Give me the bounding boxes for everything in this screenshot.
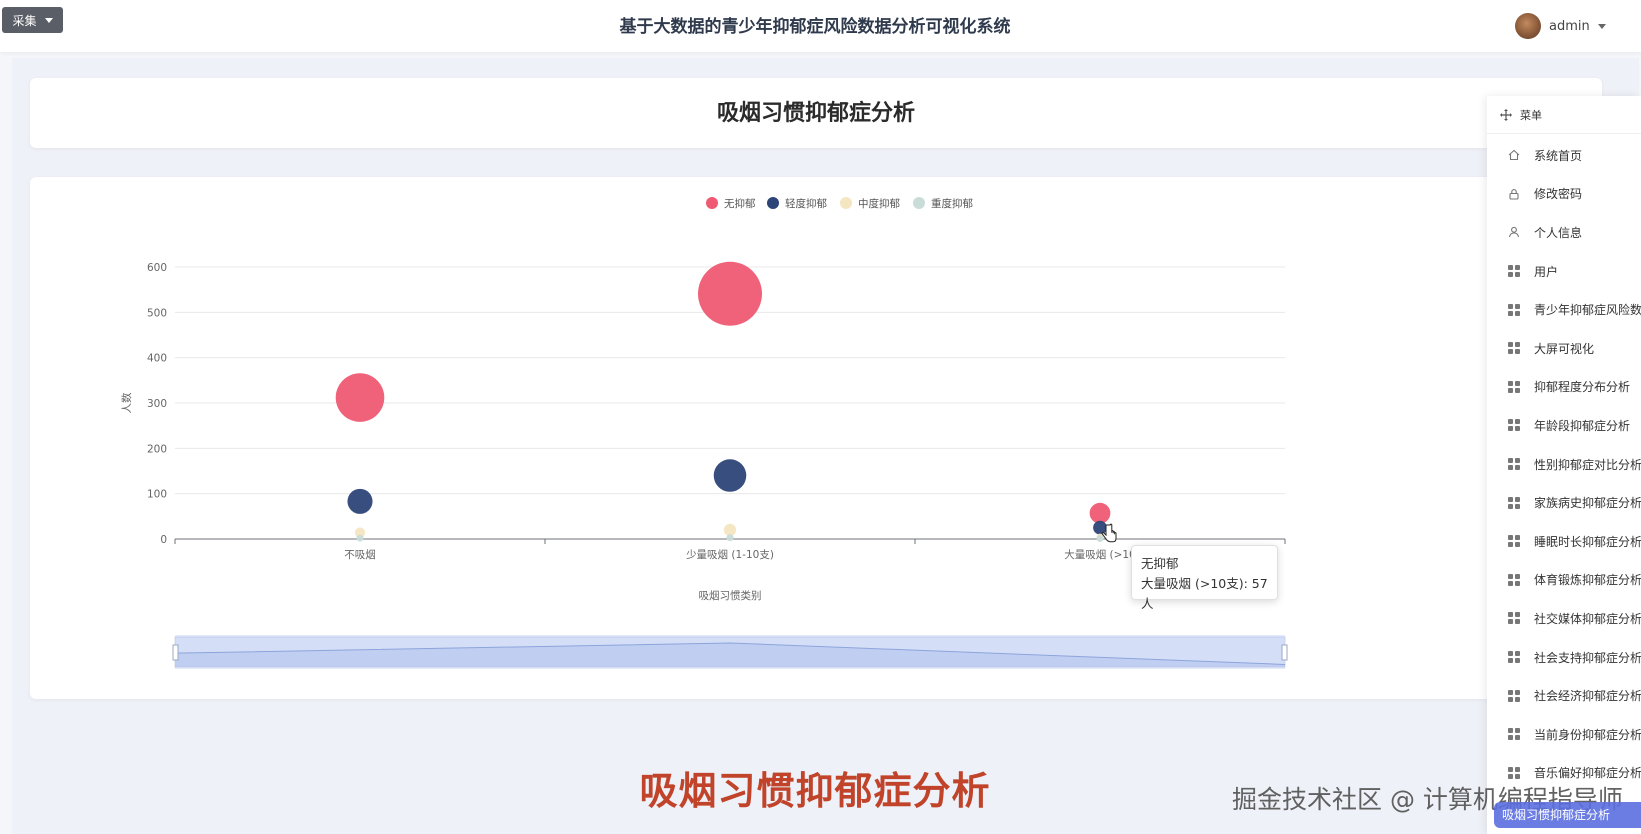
grid-icon [1508, 458, 1520, 471]
menu-item-label: 社会经济抑郁症分析 [1534, 689, 1641, 704]
menu-item[interactable]: 用户 [1487, 252, 1641, 291]
legend-marker [767, 197, 779, 209]
grid-icon [1508, 342, 1520, 355]
grid-icon [1508, 651, 1520, 664]
legend-label: 重度抑郁 [931, 197, 973, 210]
caret-down-icon [1597, 23, 1606, 29]
menu-item-label: 年龄段抑郁症分析 [1534, 418, 1631, 433]
menu-item[interactable]: 系统首页 [1487, 136, 1641, 175]
menu-item-label: 个人信息 [1534, 225, 1583, 240]
y-tick-label: 500 [147, 307, 167, 319]
menu-item-label: 社交媒体抑郁症分析 [1534, 611, 1641, 626]
x-tick-label: 不吸烟 [344, 548, 376, 561]
y-tick-label: 400 [147, 353, 167, 365]
grid-icon [1508, 419, 1520, 432]
y-axis-title: 人数 [120, 392, 133, 413]
menu-item[interactable]: 当前身份抑郁症分析 [1487, 715, 1641, 754]
bubble-chart: 无抑郁 轻度抑郁 中度抑郁 重度抑郁 0 100 200 300 400 500 600 不吸烟 少量吸… [120, 197, 1288, 669]
chart-tooltip: 无抑郁 大量吸烟 (>10支): 57人 [1131, 545, 1278, 611]
menu-item-label: 系统首页 [1534, 148, 1583, 163]
top-bar: 采集 基于大数据的青少年抑郁症风险数据分析可视化系统 admin [0, 0, 1641, 52]
menu-item-label: 用户 [1534, 264, 1559, 279]
y-tick-label: 100 [147, 489, 167, 501]
legend-label: 轻度抑郁 [785, 197, 827, 210]
datazoom-selection [175, 635, 1285, 669]
username: admin [1549, 18, 1590, 34]
menu-item-label: 体育锻炼抑郁症分析 [1534, 573, 1641, 588]
hand-cursor-icon [1101, 523, 1117, 543]
menu-item[interactable]: 睡眠时长抑郁症分析 [1487, 522, 1641, 561]
menu-item[interactable]: 青少年抑郁症风险数 [1487, 290, 1641, 329]
grid-icon [1508, 265, 1520, 278]
menu-item-label: 家族病史抑郁症分析 [1534, 496, 1641, 511]
menu-item-label: 青少年抑郁症风险数 [1534, 303, 1641, 318]
bubble-point [726, 534, 734, 542]
x-tick-label: 少量吸烟 (1-10支) [686, 548, 774, 561]
legend-marker [706, 197, 718, 209]
legend-label: 无抑郁 [724, 197, 756, 210]
menu-item[interactable]: 社会经济抑郁症分析 [1487, 676, 1641, 715]
menu-item[interactable]: 抑郁程度分布分析 [1487, 368, 1641, 407]
avatar [1515, 13, 1541, 39]
bubble-point [335, 373, 385, 422]
legend-marker [840, 197, 852, 209]
grid-icon [1508, 496, 1520, 509]
menu-item-label: 大屏可视化 [1534, 341, 1595, 356]
legend-label: 中度抑郁 [858, 197, 900, 210]
lock-icon [1508, 188, 1520, 200]
legend-marker [913, 197, 925, 209]
menu-item[interactable]: 大屏可视化 [1487, 329, 1641, 368]
x-tick-label: 大量吸烟 (>10 [1064, 548, 1136, 561]
bubble-point [347, 488, 373, 514]
grid-icon [1508, 689, 1520, 702]
y-tick-label: 200 [147, 443, 167, 455]
chart-card: 无抑郁 轻度抑郁 中度抑郁 重度抑郁 0 100 200 300 400 500 600 不吸烟 少量吸… [30, 177, 1602, 699]
grid-icon [1508, 535, 1520, 548]
menu-header[interactable]: 菜单 [1487, 96, 1641, 134]
menu-item[interactable]: 性别抑郁症对比分析 [1487, 445, 1641, 484]
datazoom-handle-left [172, 644, 179, 661]
bubble-point [713, 459, 747, 492]
tooltip-series: 无抑郁 [1141, 556, 1179, 571]
menu-item-label: 修改密码 [1534, 187, 1583, 202]
app-title: 基于大数据的青少年抑郁症风险数据分析可视化系统 [619, 17, 1011, 37]
y-tick-label: 300 [147, 398, 167, 410]
menu-item-label: 抑郁程度分布分析 [1534, 380, 1631, 395]
menu-header-label: 菜单 [1520, 108, 1542, 122]
bubble-point [1089, 502, 1111, 524]
page-title-card: 吸烟习惯抑郁症分析 [30, 78, 1602, 148]
menu-item-label: 社会支持抑郁症分析 [1534, 650, 1641, 665]
page-title: 吸烟习惯抑郁症分析 [716, 101, 915, 126]
menu-item[interactable]: 社交媒体抑郁症分析 [1487, 599, 1641, 638]
grid-icon [1508, 573, 1520, 586]
tooltip-value: 大量吸烟 (>10支): 57人 [1141, 576, 1268, 611]
user-menu[interactable]: admin [1515, 12, 1606, 40]
y-tick-label: 600 [147, 262, 167, 274]
user-icon [1508, 226, 1520, 238]
menu-item-label: 性别抑郁症对比分析 [1534, 457, 1641, 472]
corner-badge[interactable]: 吸烟习惯抑郁症分析 [1494, 802, 1641, 828]
menu-item[interactable]: 年龄段抑郁症分析 [1487, 406, 1641, 445]
side-menu: 菜单 系统首页修改密码个人信息用户青少年抑郁症风险数 大屏可视化抑郁程度分布分析年… [1487, 96, 1641, 834]
datazoom-handle-right [1281, 644, 1288, 661]
menu-item[interactable]: 体育锻炼抑郁症分析 [1487, 561, 1641, 600]
grid-icon [1508, 612, 1520, 625]
home-icon [1508, 149, 1520, 161]
x-axis-title: 吸烟习惯类别 [699, 589, 762, 602]
menu-item-label: 当前身份抑郁症分析 [1534, 727, 1641, 742]
grid-icon [1508, 303, 1520, 316]
menu-list: 系统首页修改密码个人信息用户青少年抑郁症风险数 大屏可视化抑郁程度分布分析 年龄段抑… [1487, 136, 1641, 792]
menu-item[interactable]: 家族病史抑郁症分析 [1487, 483, 1641, 522]
grid-icon [1508, 728, 1520, 741]
y-tick-label: 0 [160, 534, 167, 546]
move-icon [1500, 108, 1512, 121]
menu-item-label: 睡眠时长抑郁症分析 [1534, 534, 1641, 549]
grid-icon [1508, 380, 1520, 393]
bubble-point [356, 534, 364, 542]
bubble-point [698, 261, 762, 326]
menu-item[interactable]: 社会支持抑郁症分析 [1487, 638, 1641, 677]
menu-item[interactable]: 修改密码 [1487, 175, 1641, 214]
menu-item[interactable]: 个人信息 [1487, 213, 1641, 252]
